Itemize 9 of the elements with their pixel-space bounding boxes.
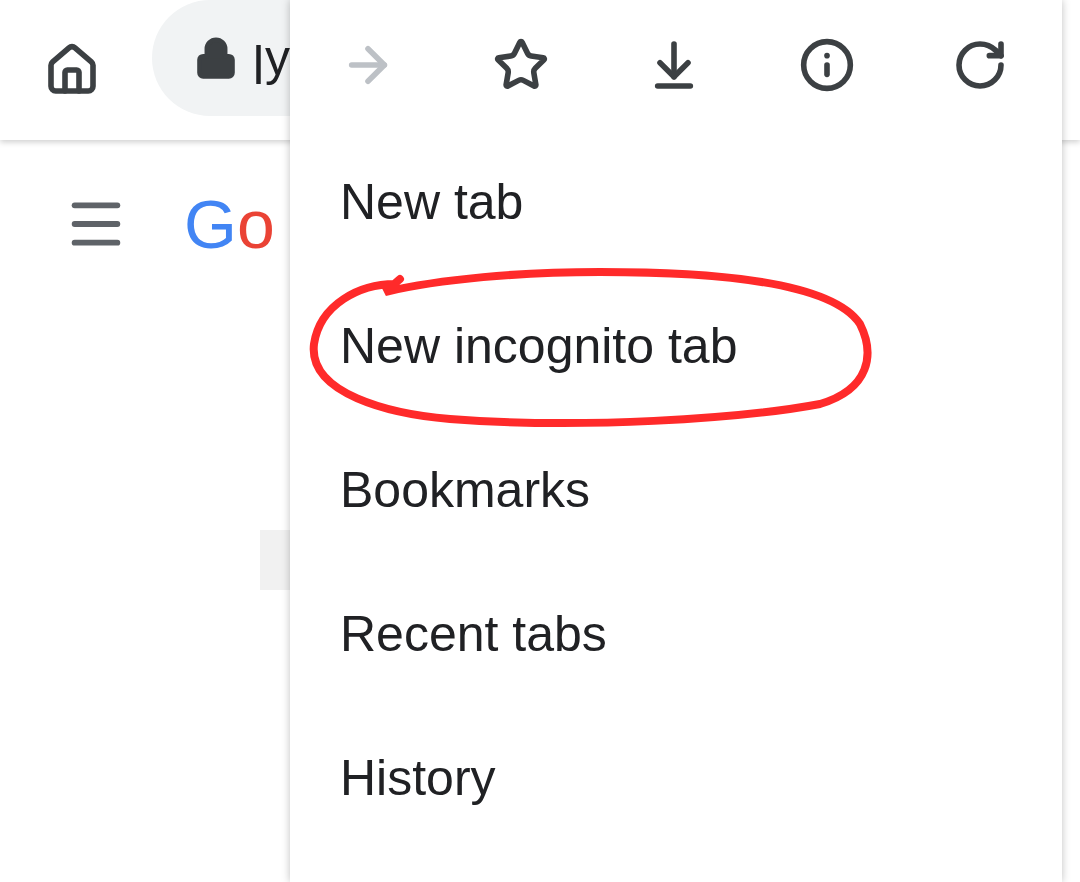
logo: Go xyxy=(184,190,275,258)
menu-item[interactable]: Bookmarks xyxy=(340,452,591,528)
menu-item[interactable]: History xyxy=(340,740,496,816)
menu-item[interactable]: New incognito tab xyxy=(340,308,738,384)
menu-item[interactable]: New tab xyxy=(340,164,524,240)
lock-icon xyxy=(194,36,238,80)
menu-item[interactable]: Recent tabs xyxy=(340,596,607,672)
info-icon xyxy=(799,37,855,93)
url-text: ןy xyxy=(252,28,290,88)
